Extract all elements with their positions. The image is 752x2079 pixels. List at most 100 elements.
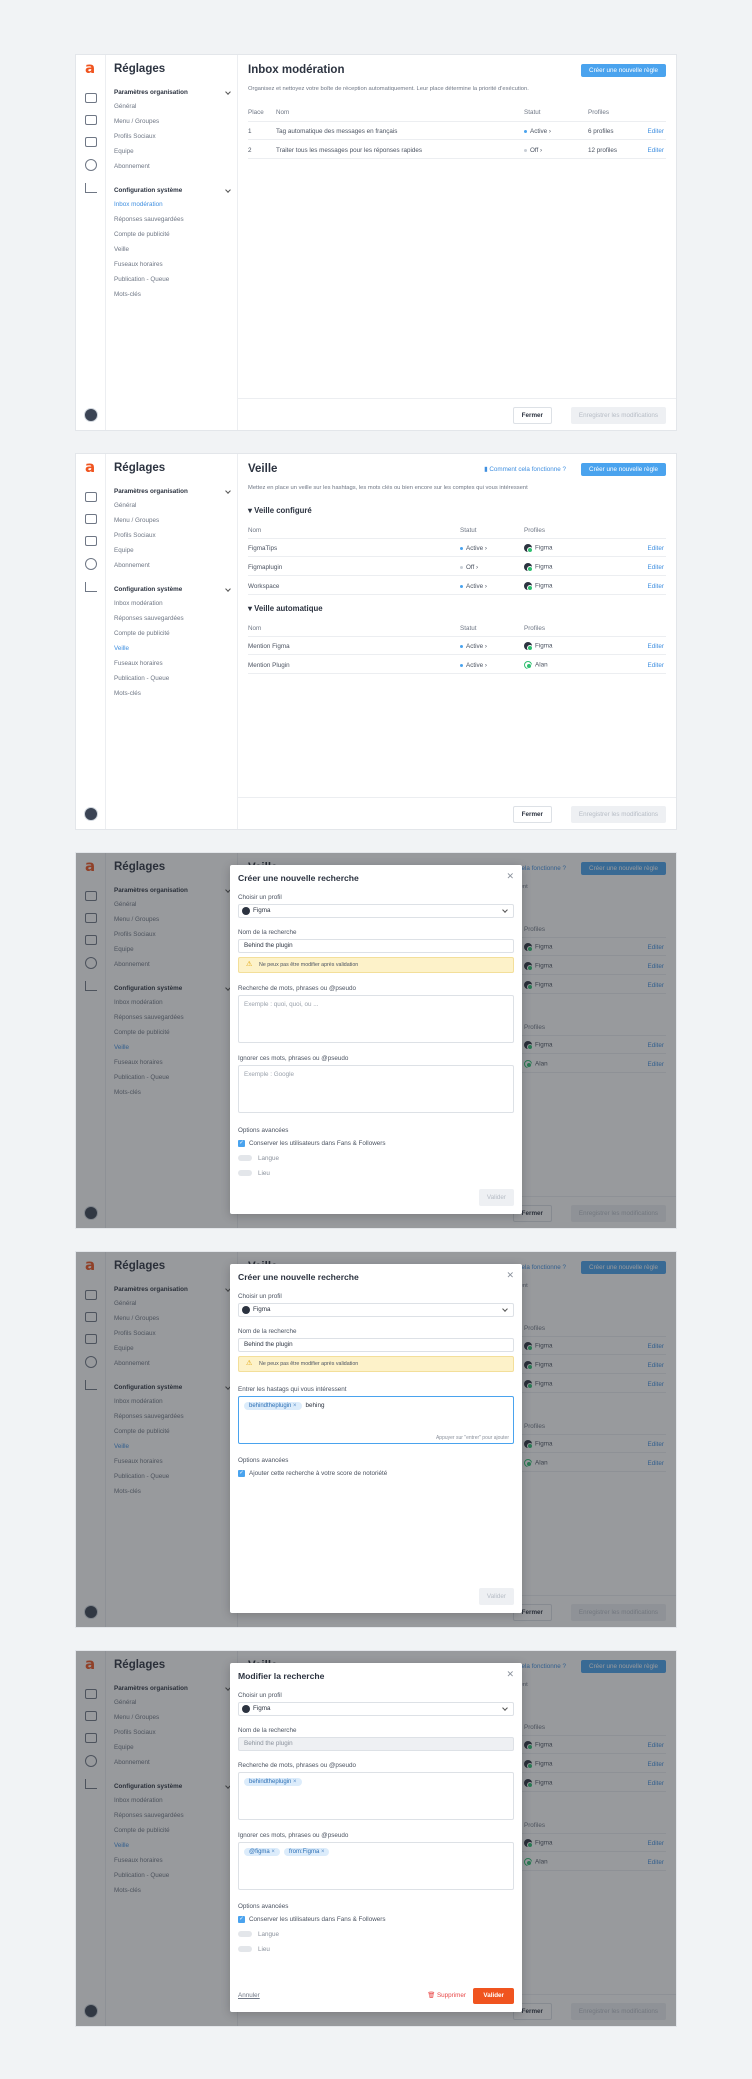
ignore-chip[interactable]: from:Figma [283,1848,330,1856]
close-icon[interactable]: ✕ [506,1270,514,1281]
search-chip[interactable]: behindtheplugin [244,1778,302,1786]
sidebar-item[interactable]: Menu / Groupes [114,118,159,125]
place-toggle[interactable]: Lieu [238,1946,270,1953]
settings-window: a Réglages Paramètres organisation Généra… [75,852,677,1229]
edit-link[interactable]: Editer [648,147,664,154]
stats-icon[interactable] [85,183,97,193]
hashtag-input[interactable]: behindthepluginbehing Appuyer sur "entre… [238,1396,514,1444]
notoriety-checkbox[interactable]: Ajouter cette recherche à votre score de… [238,1470,387,1477]
profile-select[interactable]: Figma [238,1702,514,1716]
create-rule-button[interactable]: Créer une nouvelle règle [581,463,666,476]
language-toggle[interactable]: Langue [238,1155,279,1162]
status-badge[interactable]: Active › [460,643,487,650]
globe-icon[interactable] [85,558,97,570]
sidebar-item[interactable]: Equipe [114,547,134,554]
col-header: Nom [276,109,290,116]
sidebar-item[interactable]: Profils Sociaux [114,532,156,539]
delete-button[interactable]: 🗑 Supprimer [427,1991,466,1999]
validate-button[interactable]: Valider [478,1189,514,1206]
table-cell: 2 [248,147,252,154]
sidebar-group-organisation[interactable]: Paramètres organisation [114,488,232,495]
inbox-icon[interactable] [85,492,97,502]
keep-users-checkbox[interactable]: Conserver les utilisateurs dans Fans & F… [238,1916,386,1923]
sidebar-item[interactable]: Equipe [114,148,134,155]
sidebar-item[interactable]: Inbox modération [114,201,163,208]
language-toggle[interactable]: Langue [238,1931,279,1938]
sidebar-group-systeme[interactable]: Configuration système [114,187,232,194]
edit-link[interactable]: Editer [648,643,664,650]
status-badge[interactable]: Active › [460,583,487,590]
status-badge[interactable]: Active › [524,128,551,135]
inbox-icon[interactable] [85,93,97,103]
sidebar-item[interactable]: Abonnement [114,163,150,170]
close-icon[interactable]: ✕ [506,1669,514,1680]
save-button[interactable]: Enregistrer les modifications [570,806,666,823]
close-button[interactable]: Fermer [512,806,552,823]
sidebar-item[interactable]: Réponses sauvegardées [114,615,184,622]
table-cell: FigmaTips [248,545,278,552]
hashtag-chip[interactable]: behindtheplugin [244,1402,302,1410]
edit-link[interactable]: Editer [648,662,664,669]
table-cell: Traiter tous les messages pour les répon… [276,147,423,154]
close-icon[interactable]: ✕ [506,871,514,882]
ignore-chip[interactable]: @figma [244,1848,280,1856]
profile-select[interactable]: Figma [238,904,514,918]
sidebar-item[interactable]: Général [114,103,136,110]
stats-icon[interactable] [85,582,97,592]
sidebar-item[interactable]: Compte de publicité [114,630,170,637]
sidebar-item[interactable]: Fuseaux horaires [114,261,163,268]
status-badge[interactable]: Active › [460,545,487,552]
ignore-terms-textarea[interactable]: Exemple : Google [238,1065,514,1113]
close-button[interactable]: Fermer [512,407,552,424]
sidebar-item[interactable]: Publication - Queue [114,276,169,283]
profile-avatar [524,563,533,572]
compose-icon[interactable] [85,514,97,524]
ignore-terms-input[interactable]: @figmafrom:Figma [238,1842,514,1890]
edit-link[interactable]: Editer [648,564,664,571]
compose-icon[interactable] [85,115,97,125]
sidebar-item[interactable]: Général [114,502,136,509]
calendar-icon[interactable] [85,536,97,546]
edit-link[interactable]: Editer [648,545,664,552]
sidebar-item[interactable]: Veille [114,246,129,253]
status-badge[interactable]: Off › [524,147,542,154]
calendar-icon[interactable] [85,137,97,147]
validate-button[interactable]: Valider [473,1988,514,2004]
globe-icon[interactable] [85,159,97,171]
section-title[interactable]: ▾ Veille configuré [248,506,312,515]
sidebar-item[interactable]: Compte de publicité [114,231,170,238]
keep-users-checkbox[interactable]: Conserver les utilisateurs dans Fans & F… [238,1140,386,1147]
search-name-input[interactable]: Behind the plugin [238,939,514,953]
place-toggle[interactable]: Lieu [238,1170,270,1177]
sidebar-item[interactable]: Inbox modération [114,600,163,607]
search-terms-textarea[interactable]: Exemple : quoi, quoi, ou ... [238,995,514,1043]
create-rule-button[interactable]: Créer une nouvelle règle [581,64,666,77]
cancel-link[interactable]: Annuler [238,1992,260,1999]
edit-link[interactable]: Editer [648,128,664,135]
sidebar-item[interactable]: Veille [114,645,129,652]
sidebar-item[interactable]: Profils Sociaux [114,133,156,140]
validate-button[interactable]: Valider [478,1588,514,1605]
status-badge[interactable]: Off › [460,564,478,571]
sidebar-item[interactable]: Mots-clés [114,690,141,697]
sidebar-item[interactable]: Mots-clés [114,291,141,298]
save-button[interactable]: Enregistrer les modifications [570,407,666,424]
settings-window: a Réglages Paramètres organisation Généra… [75,1251,677,1628]
sidebar-item[interactable]: Réponses sauvegardées [114,216,184,223]
help-link[interactable]: ▮ Comment cela fonctionne ? [484,466,566,473]
sidebar-item[interactable]: Abonnement [114,562,150,569]
profile-select[interactable]: Figma [238,1303,514,1317]
sidebar-item[interactable]: Fuseaux horaires [114,660,163,667]
edit-link[interactable]: Editer [648,583,664,590]
section-title[interactable]: ▾ Veille automatique [248,604,323,613]
sidebar-group-systeme[interactable]: Configuration système [114,586,232,593]
avatar[interactable] [84,408,98,422]
page-description: Organisez et nettoyez votre boîte de réc… [248,86,529,92]
status-badge[interactable]: Active › [460,662,487,669]
sidebar-item[interactable]: Publication - Queue [114,675,169,682]
search-name-input[interactable]: Behind the plugin [238,1338,514,1352]
avatar[interactable] [84,807,98,821]
search-terms-input[interactable]: behindtheplugin [238,1772,514,1820]
sidebar-item[interactable]: Menu / Groupes [114,517,159,524]
sidebar-group-organisation[interactable]: Paramètres organisation [114,89,232,96]
